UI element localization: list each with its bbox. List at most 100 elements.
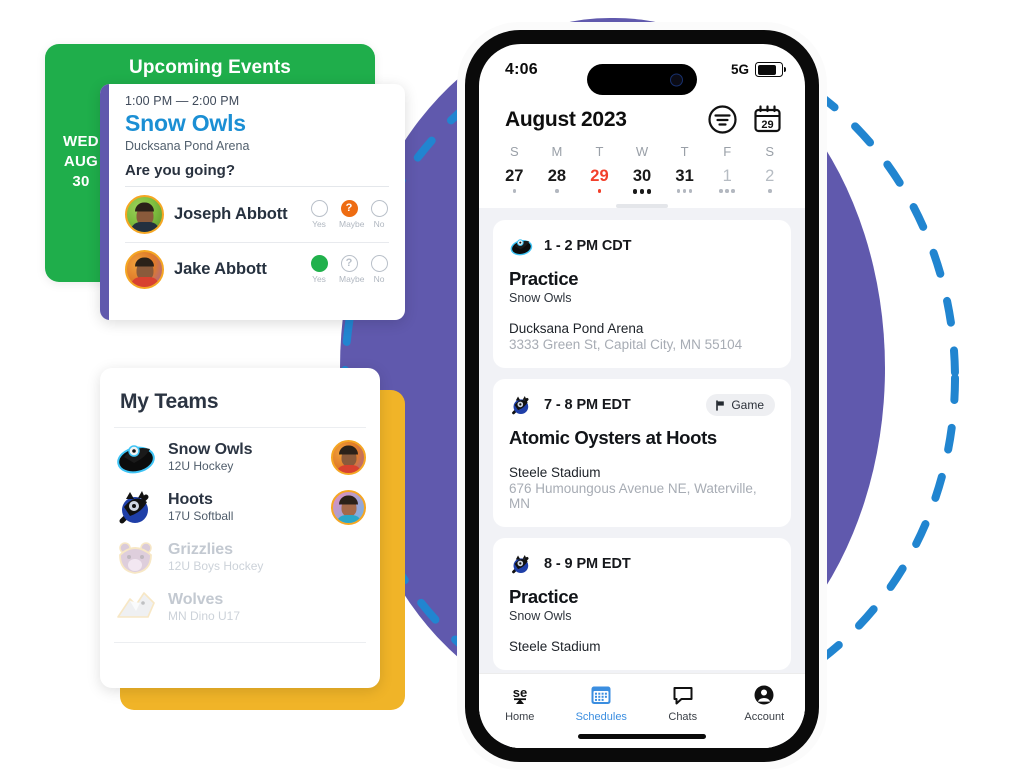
hoots-logo-icon bbox=[509, 552, 535, 576]
badge-label: Game bbox=[731, 398, 764, 412]
team-name: Grizzlies bbox=[168, 541, 233, 558]
rsvp-row: Joseph Abbott Yes ? Maybe No bbox=[125, 187, 389, 242]
team-list-item[interactable]: Wolves MN Dino U17 bbox=[114, 582, 366, 632]
rsvp-maybe-circle[interactable]: ? bbox=[340, 200, 358, 217]
tab-label: Chats bbox=[668, 711, 698, 723]
weekday-label: S bbox=[509, 144, 519, 159]
rsvp-label-yes: Yes bbox=[312, 219, 326, 229]
event-card[interactable]: 7 - 8 PM EDT Game Atomic Oysters at Hoot… bbox=[493, 379, 791, 527]
day-event-dots bbox=[493, 189, 536, 197]
calendar-day[interactable]: 1 bbox=[706, 161, 749, 197]
rsvp-label-no: No bbox=[373, 274, 385, 284]
event-feed[interactable]: 1 - 2 PM CDT Practice Snow Owls Ducksana… bbox=[479, 208, 805, 748]
event-title: Atomic Oysters at Hoots bbox=[509, 427, 717, 448]
calendar-header: August 2023 29 bbox=[479, 96, 805, 135]
weekday-label: S bbox=[765, 144, 775, 159]
day-event-dots bbox=[578, 189, 621, 197]
member-name: Joseph Abbott bbox=[174, 205, 288, 223]
event-detail-card[interactable]: 1:00 PM — 2:00 PM Snow Owls Ducksana Pon… bbox=[100, 84, 405, 320]
rsvp-option-maybe[interactable]: ? Maybe bbox=[339, 200, 365, 229]
calendar-day-row: 27 28 29 30 31 1 2 bbox=[479, 159, 805, 203]
team-name: Wolves bbox=[168, 591, 224, 608]
rsvp-label-maybe: Maybe bbox=[339, 274, 365, 284]
rsvp-yes-circle[interactable] bbox=[310, 255, 328, 272]
team-list-item[interactable]: Grizzlies 12U Boys Hockey bbox=[114, 532, 366, 582]
rsvp-no-circle[interactable] bbox=[370, 255, 388, 272]
phone-screen: 4:06 5G August 2023 29 S M T W T F S 27 … bbox=[479, 44, 805, 748]
calendar-icon[interactable]: 29 bbox=[752, 104, 783, 135]
member-name: Jake Abbott bbox=[174, 260, 267, 278]
calendar-day[interactable]: 31 bbox=[663, 161, 706, 197]
account-circle-icon bbox=[724, 682, 806, 708]
tab-account[interactable]: Account bbox=[724, 682, 806, 723]
grizzlies-logo-icon bbox=[114, 537, 160, 577]
rsvp-prompt: Are you going? bbox=[125, 162, 235, 179]
event-time: 1 - 2 PM CDT bbox=[544, 238, 632, 254]
tab-schedules[interactable]: Schedules bbox=[561, 682, 643, 723]
rsvp-label-no: No bbox=[373, 219, 385, 229]
day-number: 27 bbox=[505, 167, 524, 185]
day-number: 28 bbox=[547, 167, 567, 185]
calendar-day[interactable]: 29 bbox=[578, 161, 621, 197]
status-time: 4:06 bbox=[505, 61, 538, 78]
calendar-day[interactable]: 2 bbox=[748, 161, 791, 197]
day-event-dots bbox=[663, 189, 706, 197]
home-indicator[interactable] bbox=[578, 734, 706, 739]
weekday-label: W bbox=[635, 144, 649, 159]
rsvp-option-yes[interactable]: Yes bbox=[309, 255, 329, 284]
day-event-dots bbox=[536, 189, 579, 197]
hoots-logo-icon bbox=[509, 393, 535, 417]
page-title: August 2023 bbox=[505, 107, 627, 131]
weekday-label: T bbox=[680, 144, 689, 159]
team-list-item[interactable]: Hoots 17U Softball bbox=[114, 482, 366, 532]
rsvp-option-no[interactable]: No bbox=[369, 200, 389, 229]
my-teams-card: My Teams Snow Owls 12U Hockey Hoots 17U … bbox=[100, 368, 380, 688]
rsvp-maybe-circle[interactable]: ? bbox=[340, 255, 358, 272]
divider bbox=[125, 242, 389, 243]
team-list-item[interactable]: Snow Owls 12U Hockey bbox=[114, 432, 366, 482]
flag-icon bbox=[716, 399, 725, 411]
wolves-logo-icon bbox=[114, 587, 160, 627]
calendar-icon bbox=[561, 682, 643, 708]
avatar bbox=[125, 195, 164, 234]
event-team-name[interactable]: Snow Owls bbox=[125, 109, 389, 138]
day-event-dots bbox=[621, 189, 664, 197]
event-time: 7 - 8 PM EDT bbox=[544, 397, 631, 413]
avatar bbox=[331, 489, 366, 525]
day-event-dots bbox=[706, 189, 749, 197]
calendar-day-selected[interactable]: 30 bbox=[621, 161, 664, 203]
tab-label: Schedules bbox=[575, 711, 627, 723]
tab-chats[interactable]: Chats bbox=[642, 682, 724, 723]
tab-label: Account bbox=[744, 711, 785, 723]
filter-icon[interactable] bbox=[707, 104, 738, 135]
chat-bubble-icon bbox=[642, 682, 724, 708]
upcoming-events-title: Upcoming Events bbox=[129, 57, 291, 78]
rsvp-yes-circle[interactable] bbox=[310, 200, 328, 217]
calendar-icon-day: 29 bbox=[761, 119, 773, 131]
snow-owls-logo-icon bbox=[114, 437, 160, 477]
rsvp-option-no[interactable]: No bbox=[369, 255, 389, 284]
event-card[interactable]: 1 - 2 PM CDT Practice Snow Owls Ducksana… bbox=[493, 220, 791, 368]
event-card[interactable]: 8 - 9 PM EDT Practice Snow Owls Steele S… bbox=[493, 538, 791, 670]
phone-mockup: 4:06 5G August 2023 29 S M T W T F S 27 … bbox=[457, 22, 827, 770]
day-number: 31 bbox=[675, 167, 694, 185]
event-address: 3333 Green St, Capital City, MN 55104 bbox=[509, 337, 743, 352]
team-subtitle: 17U Softball bbox=[168, 509, 234, 523]
event-venue: Ducksana Pond Arena bbox=[125, 139, 250, 153]
team-name: Hoots bbox=[168, 491, 213, 508]
se-logo-icon: se bbox=[479, 682, 561, 708]
rsvp-option-maybe[interactable]: ? Maybe bbox=[339, 255, 365, 284]
event-address: 676 Humoungous Avenue NE, Waterville, MN bbox=[509, 481, 757, 511]
event-title: Practice bbox=[509, 268, 579, 289]
event-time: 8 - 9 PM EDT bbox=[544, 556, 631, 572]
calendar-day[interactable]: 28 bbox=[536, 161, 579, 197]
rsvp-label-maybe: Maybe bbox=[339, 219, 365, 229]
rsvp-option-yes[interactable]: Yes bbox=[309, 200, 329, 229]
rsvp-no-circle[interactable] bbox=[370, 200, 388, 217]
event-team: Snow Owls bbox=[509, 609, 572, 623]
weekday-header: S M T W T F S bbox=[479, 135, 805, 159]
tab-home[interactable]: se Home bbox=[479, 682, 561, 723]
avatar bbox=[125, 250, 164, 289]
calendar-day[interactable]: 27 bbox=[493, 161, 536, 197]
my-teams-title: My Teams bbox=[120, 390, 219, 413]
